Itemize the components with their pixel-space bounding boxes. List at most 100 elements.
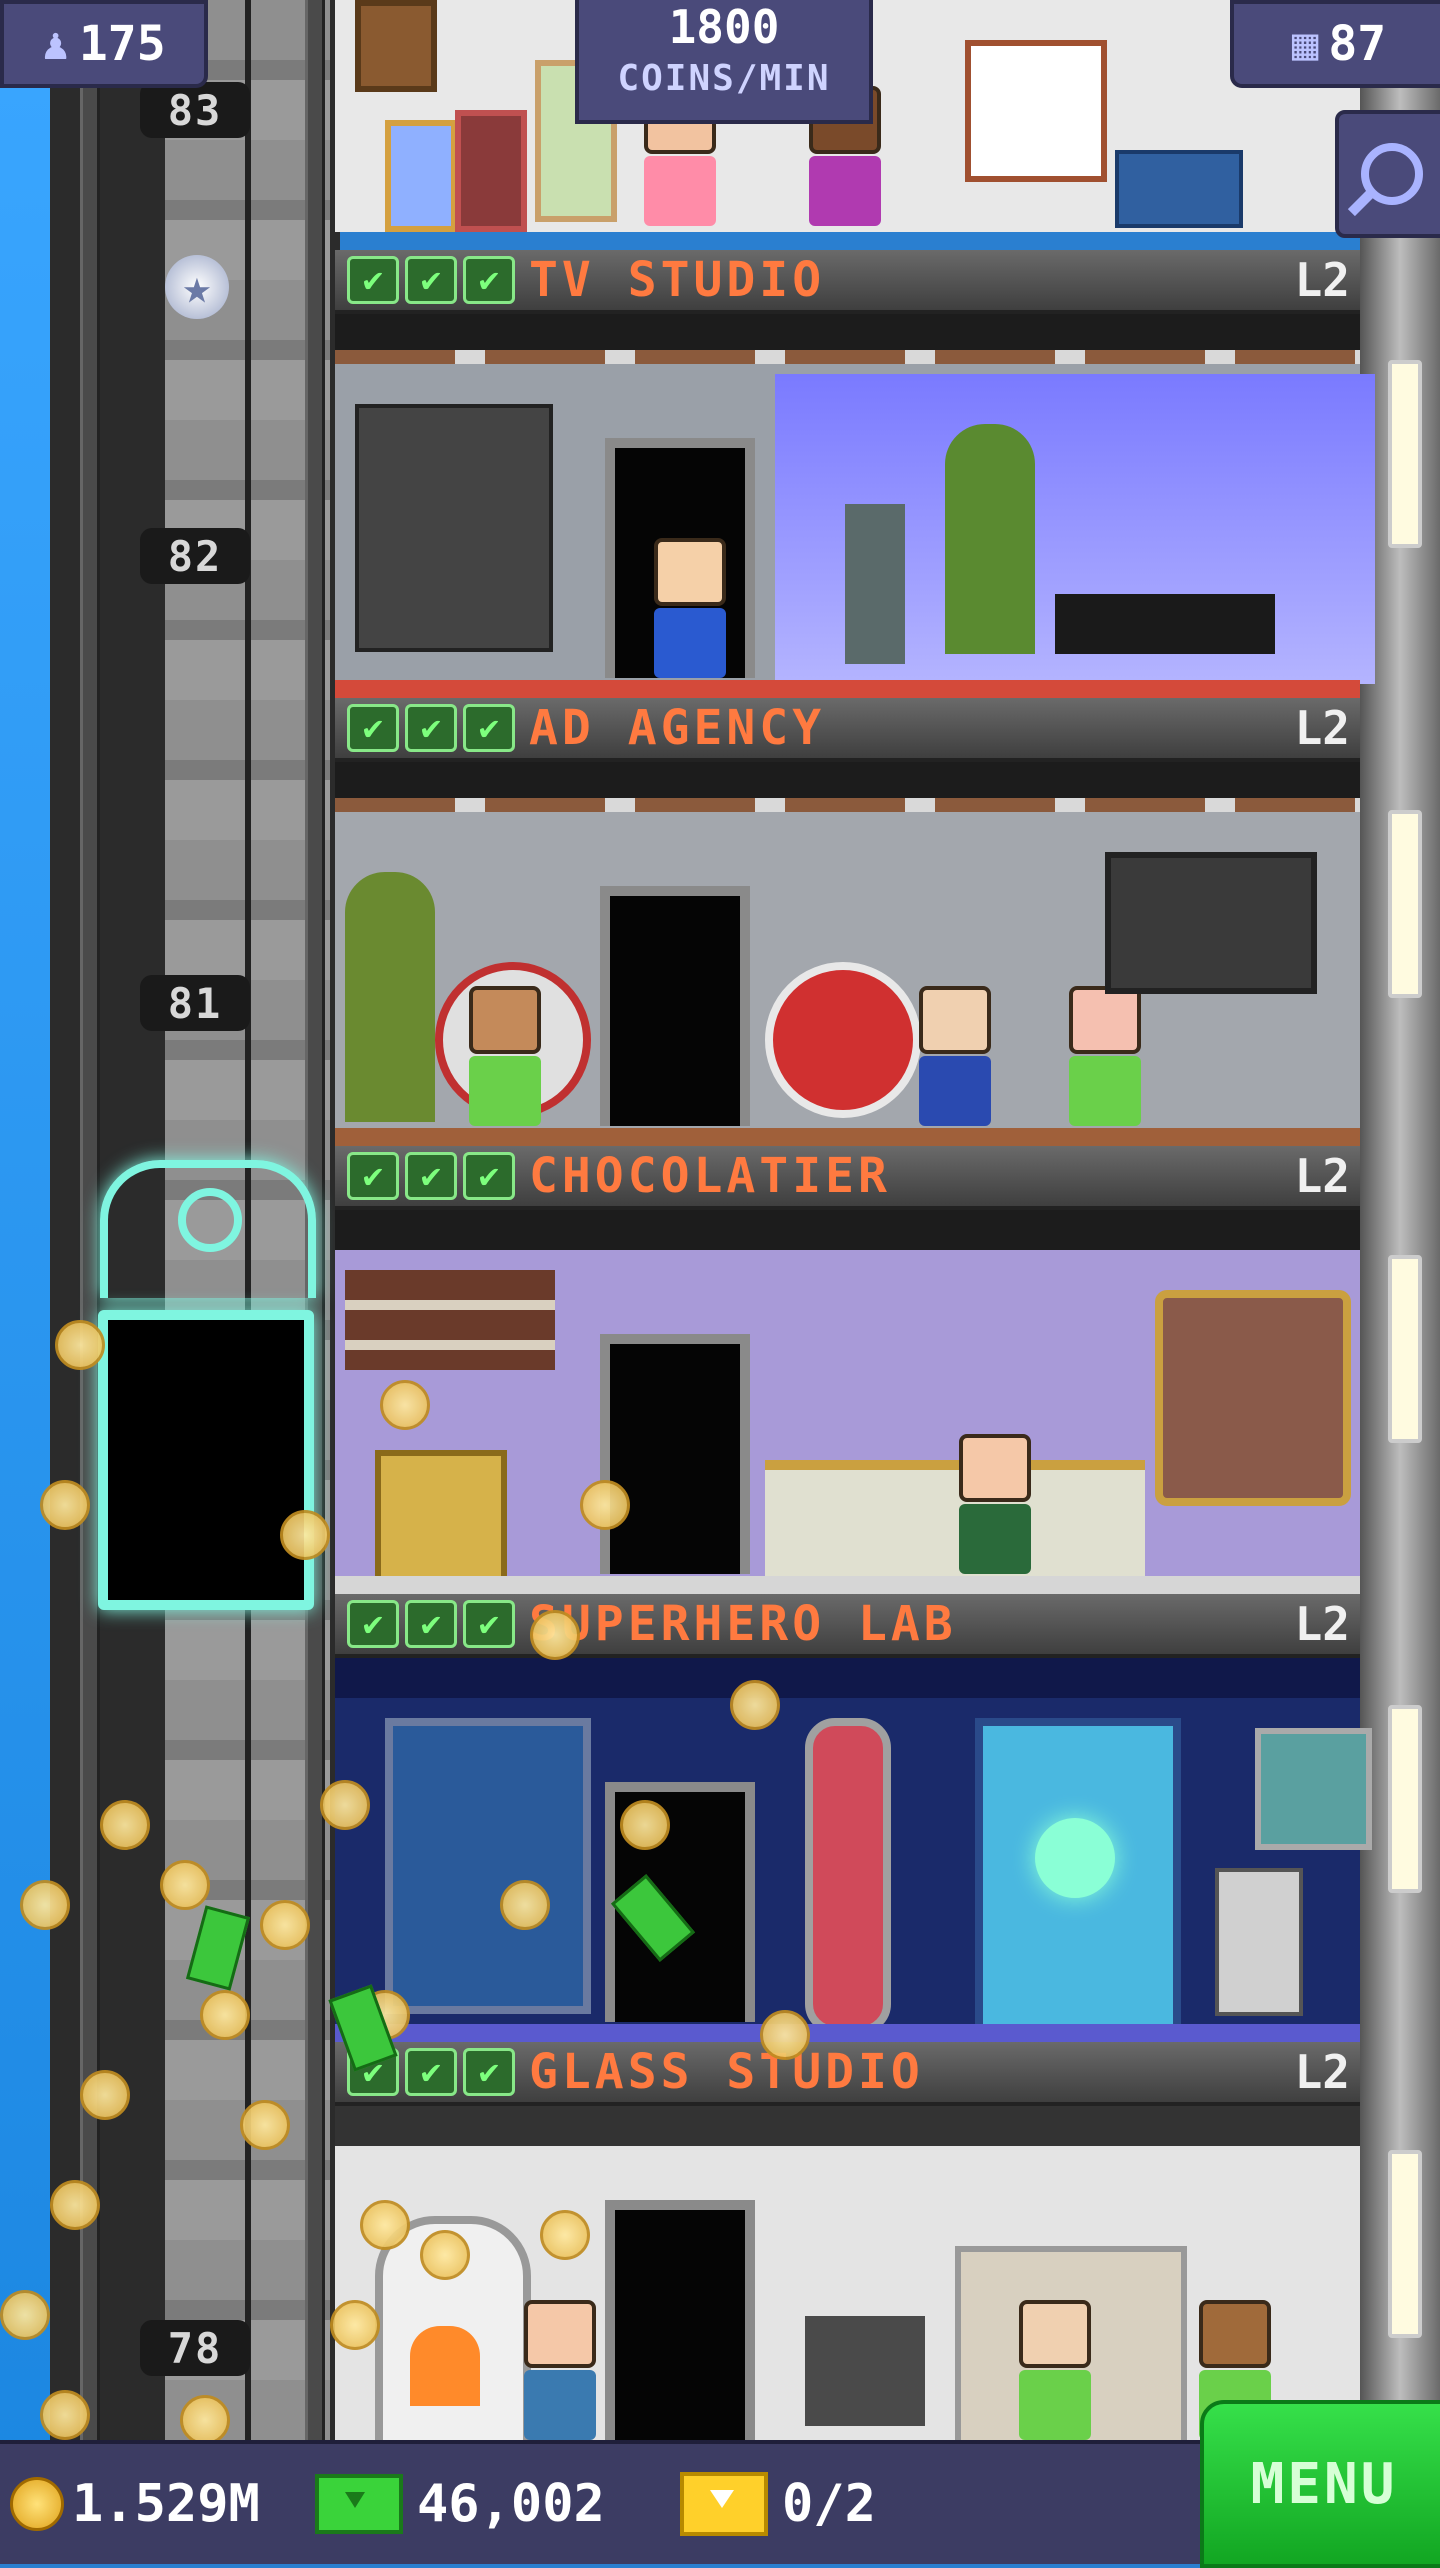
building-icon: ▦ [1291,18,1319,70]
floor-tv-studio[interactable]: ✔ ✔ ✔ TV STUDIO L2 [335,250,1375,698]
population-value: 175 [78,16,166,72]
chocolate-shelf [345,1270,555,1370]
coin-icon [160,1860,210,1910]
wall-painting [385,120,457,232]
floor-header: ✔ ✔ ✔ SUPERHERO LAB L2 [335,1594,1360,1658]
ceiling-beam [335,350,1360,364]
coin-icon [730,1680,780,1730]
tenant-person[interactable] [1015,2300,1095,2440]
check-icon: ✔ [405,256,457,304]
tenant-person[interactable] [955,1434,1035,1574]
check-icon: ✔ [405,704,457,752]
coins-value: 1.529M [72,2474,260,2534]
chocolate-vat [1155,1290,1351,1506]
floor-room[interactable] [335,1658,1372,2042]
floor-room[interactable] [335,762,1360,1146]
floor-header: ✔ ✔ ✔ GLASS STUDIO L2 [335,2042,1360,2106]
floor-line [335,1128,1360,1146]
wall-light [1388,2150,1422,2338]
check-icon: ✔ [347,1152,399,1200]
elevator-crest [100,1160,316,1298]
floor-number-label: 78 [140,2320,250,2376]
coin-icon [420,2230,470,2280]
floor-number-label: 81 [140,975,250,1031]
tenant-person[interactable] [465,986,545,1126]
coins-per-minute: 1800 COINS/MIN [575,0,873,124]
floor-superhero-lab[interactable]: ✔ ✔ ✔ SUPERHERO LAB L2 [335,1594,1372,2042]
floor-header: ✔ ✔ ✔ CHOCOLATIER L2 [335,1146,1360,1210]
floor-level: L2 [1294,253,1350,307]
population-counter[interactable]: ♟ 175 [0,0,208,88]
floor-room[interactable] [335,1210,1360,1594]
floor-line [335,2024,1360,2042]
coin-icon [40,2390,90,2440]
coin-icon [530,1610,580,1660]
egg-chair [765,962,921,1118]
floor-room[interactable] [335,2106,1360,2452]
room-door [605,2200,755,2440]
coin-icon [80,2070,130,2120]
world-map-screen [1255,1728,1372,1850]
coins-display[interactable]: 1.529M [10,2444,260,2564]
fire-icon [410,2326,480,2406]
tenant-person[interactable] [915,986,995,1126]
check-icon: ✔ [405,2048,457,2096]
floor-ad-agency[interactable]: ✔ ✔ ✔ AD AGENCY L2 [335,698,1360,1146]
floor-name: SUPERHERO LAB [529,1596,957,1652]
floor-chocolatier[interactable]: ✔ ✔ ✔ CHOCOLATIER L2 [335,1146,1360,1594]
magnifier-icon [1360,143,1423,205]
chocolate-pot [375,1450,507,1582]
star-checks: ✔ ✔ ✔ [347,1600,515,1648]
room-door [600,886,750,1126]
coin-icon [200,1990,250,2040]
check-icon: ✔ [463,256,515,304]
hero-display-case [385,1718,591,2014]
globe-icon [1035,1818,1115,1898]
floor-header: ✔ ✔ ✔ AD AGENCY L2 [335,698,1360,762]
bux-value: 46,002 [417,2474,605,2534]
floor-name: CHOCOLATIER [529,1148,891,1204]
tenant-person[interactable] [520,2300,600,2440]
menu-button[interactable]: MENU [1200,2400,1440,2568]
wall-light [1388,360,1422,548]
elevator-car[interactable] [98,1310,314,1610]
dna-tube [805,1718,891,2034]
plant-icon [945,424,1035,654]
ceiling-beam [335,798,1360,812]
coin-icon [280,1510,330,1560]
wall-painting [455,110,527,232]
tenant-person[interactable] [1065,986,1145,1126]
control-desk [355,404,553,652]
wall-light [1388,1705,1422,1893]
coin-icon [55,1320,105,1370]
floor-name: GLASS STUDIO [529,2044,924,2100]
check-icon: ✔ [347,704,399,752]
camera-icon [845,504,905,664]
ring-poster [1105,852,1317,994]
floor-room[interactable] [335,314,1375,698]
coin-icon [20,1880,70,1930]
coin-icon [500,1880,550,1930]
search-button[interactable] [1335,110,1440,238]
computer-terminal [1215,1868,1303,2016]
bux-display[interactable]: 46,002 [315,2444,605,2564]
tickets-value: 0/2 [782,2474,876,2534]
check-icon: ✔ [463,1152,515,1200]
floor-level: L2 [1294,2045,1350,2099]
floor-number-label: 82 [140,528,250,584]
coin-icon [540,2210,590,2260]
coin-icon [100,1800,150,1850]
ceiling [335,1210,1360,1250]
coin-icon [320,1780,370,1830]
floor-level: L2 [1294,701,1350,755]
tickets-display[interactable]: 0/2 [680,2444,876,2564]
coin-icon [760,2010,810,2060]
tenant-person[interactable] [650,538,730,678]
check-icon: ✔ [405,1600,457,1648]
floors-counter[interactable]: ▦ 87 [1230,0,1440,88]
coin-icon [380,1380,430,1430]
coin-icon [50,2180,100,2230]
floor-level: L2 [1294,1597,1350,1651]
star-checks: ✔ ✔ ✔ [347,256,515,304]
check-icon: ✔ [463,1600,515,1648]
